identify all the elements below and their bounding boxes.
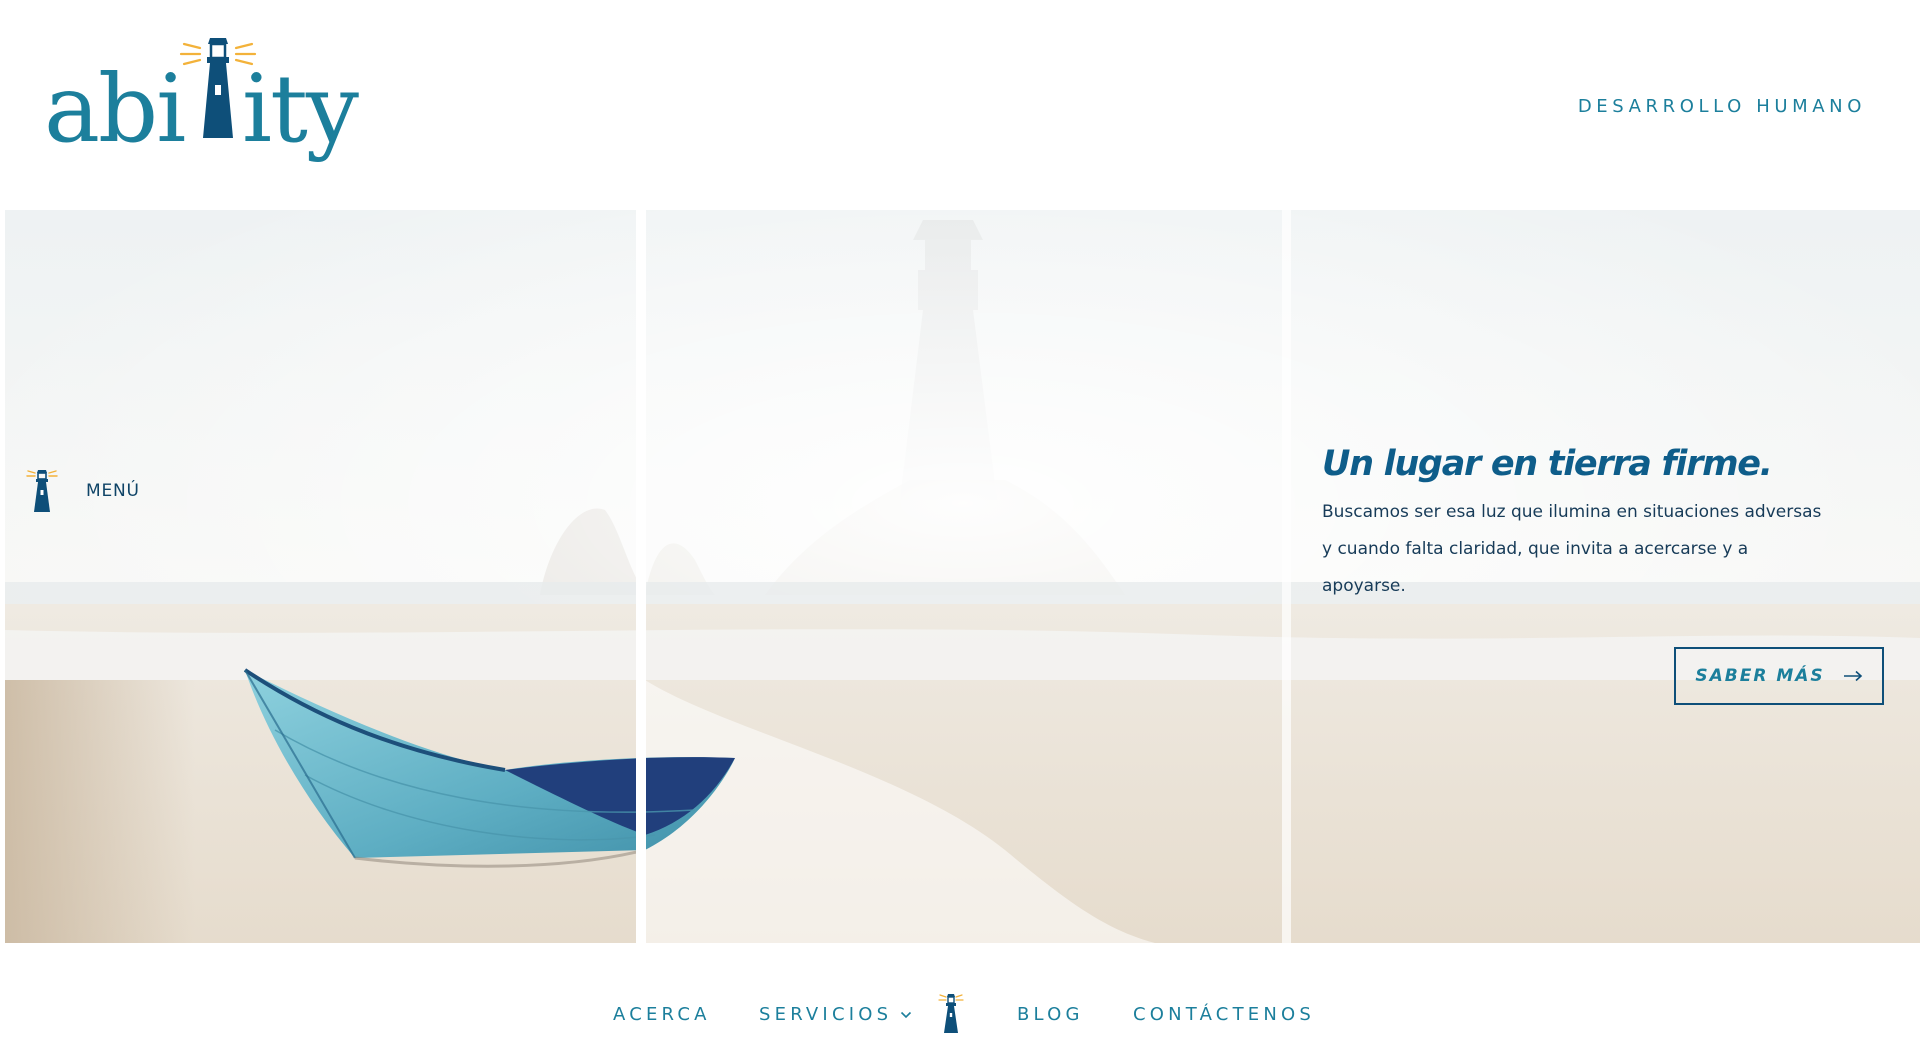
nav-item-blog[interactable]: BLOG: [1017, 1004, 1084, 1025]
lighthouse-icon: [938, 994, 964, 1033]
logo-text-left: abi: [44, 55, 184, 164]
saber-mas-label: SABER MÁS: [1695, 666, 1825, 686]
ability-logo[interactable]: abi ity: [44, 30, 384, 180]
nav-item-label: CONTÁCTENOS: [1133, 1004, 1315, 1025]
lighthouse-icon: [203, 38, 233, 138]
hero-text-block: Un lugar en tierra firme. Buscamos ser e…: [1322, 440, 1842, 605]
hero-title: Un lugar en tierra firme.: [1322, 444, 1773, 484]
nav-item-acerca[interactable]: ACERCA: [613, 1004, 711, 1025]
hero-description: Buscamos ser esa luz que ilumina en situ…: [1322, 502, 1822, 596]
chevron-down-icon: [901, 1011, 912, 1018]
panel-divider: [636, 210, 646, 943]
tagline: DESARROLLO HUMANO: [1577, 96, 1866, 117]
nav-item-label: ACERCA: [613, 1004, 711, 1025]
nav-item-label: BLOG: [1017, 1004, 1084, 1025]
menu-label: MENÚ: [86, 481, 140, 501]
nav-item-servicios[interactable]: SERVICIOS: [759, 1004, 912, 1025]
saber-mas-button[interactable]: SABER MÁS: [1674, 647, 1884, 705]
arrow-right-icon: [1843, 670, 1862, 682]
logo-text-right: ity: [242, 55, 359, 164]
lighthouse-icon: [26, 470, 58, 512]
page: abi ity DESARROLLO HUMANO MENÚ Un lugar …: [0, 0, 1920, 1056]
nav-item-label: SERVICIOS: [759, 1004, 893, 1025]
nav-item-contactenos[interactable]: CONTÁCTENOS: [1133, 1004, 1315, 1025]
menu-toggle[interactable]: MENÚ: [26, 468, 140, 514]
bottom-navigation: ACERCA SERVICIOS BLOG CONTÁCTENOS: [0, 990, 1920, 1040]
panel-divider: [1282, 210, 1291, 943]
